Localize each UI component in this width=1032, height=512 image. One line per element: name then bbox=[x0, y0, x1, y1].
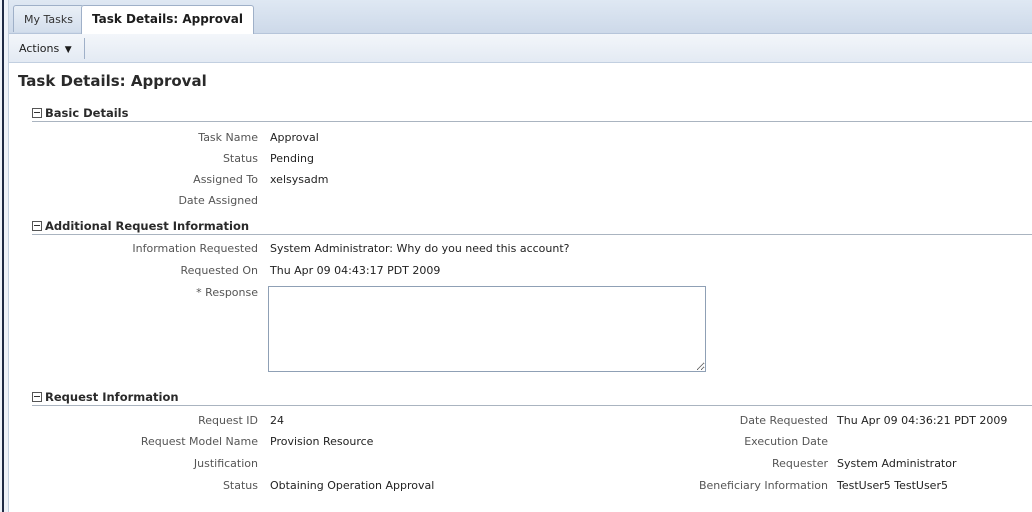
section-basic-details[interactable]: Basic Details bbox=[32, 106, 1032, 122]
section-request-information[interactable]: Request Information bbox=[32, 390, 1032, 406]
field-label-date-assigned: Date Assigned bbox=[178, 194, 258, 207]
field-label-beneficiary-information: Beneficiary Information bbox=[698, 479, 828, 492]
tab-my-tasks[interactable]: My Tasks bbox=[13, 5, 84, 32]
field-value-request-status: Obtaining Operation Approval bbox=[270, 479, 435, 492]
page-title: Task Details: Approval bbox=[18, 72, 207, 90]
field-value-request-model-name: Provision Resource bbox=[270, 435, 374, 448]
collapse-icon[interactable] bbox=[32, 392, 42, 402]
actions-label: Actions bbox=[19, 42, 60, 55]
left-edge-bar bbox=[0, 0, 9, 512]
field-label-request-status: Status bbox=[222, 479, 258, 492]
actions-menu-button[interactable]: Actions ▼ bbox=[15, 39, 76, 58]
tab-strip: My Tasks Task Details: Approval bbox=[9, 0, 1032, 34]
field-value-task-name: Approval bbox=[270, 131, 319, 144]
field-value-information-requested: System Administrator: Why do you need th… bbox=[270, 242, 570, 255]
response-textarea[interactable] bbox=[268, 286, 706, 372]
field-value-requester: System Administrator bbox=[837, 457, 957, 470]
field-value-date-requested: Thu Apr 09 04:36:21 PDT 2009 bbox=[837, 414, 1008, 427]
left-edge-line bbox=[2, 0, 4, 512]
toolbar: Actions ▼ bbox=[9, 34, 1032, 63]
field-label-request-id: Request ID bbox=[198, 414, 258, 427]
collapse-icon[interactable] bbox=[32, 108, 42, 118]
section-title: Additional Request Information bbox=[45, 219, 250, 233]
field-label-date-requested: Date Requested bbox=[739, 414, 828, 427]
section-title: Request Information bbox=[45, 390, 179, 404]
field-label-assigned-to: Assigned To bbox=[193, 173, 258, 186]
field-value-request-id: 24 bbox=[270, 414, 284, 427]
section-title: Basic Details bbox=[45, 106, 129, 120]
field-label-response: * Response bbox=[196, 286, 258, 299]
field-label-information-requested: Information Requested bbox=[132, 242, 258, 255]
tab-task-details-approval[interactable]: Task Details: Approval bbox=[81, 5, 254, 34]
field-label-status: Status bbox=[222, 152, 258, 165]
field-value-assigned-to: xelsysadm bbox=[270, 173, 329, 186]
field-value-requested-on: Thu Apr 09 04:43:17 PDT 2009 bbox=[270, 264, 441, 277]
section-additional-request-information[interactable]: Additional Request Information bbox=[32, 219, 1032, 235]
field-label-execution-date: Execution Date bbox=[744, 435, 828, 448]
chevron-down-icon: ▼ bbox=[64, 45, 72, 55]
field-value-beneficiary-information: TestUser5 TestUser5 bbox=[837, 479, 948, 492]
field-label-justification: Justification bbox=[193, 457, 258, 470]
collapse-icon[interactable] bbox=[32, 221, 42, 231]
field-label-request-model-name: Request Model Name bbox=[140, 435, 258, 448]
field-label-requester: Requester bbox=[772, 457, 828, 470]
toolbar-separator bbox=[84, 38, 85, 59]
field-label-requested-on: Requested On bbox=[180, 264, 258, 277]
field-label-task-name: Task Name bbox=[198, 131, 258, 144]
field-value-status: Pending bbox=[270, 152, 314, 165]
